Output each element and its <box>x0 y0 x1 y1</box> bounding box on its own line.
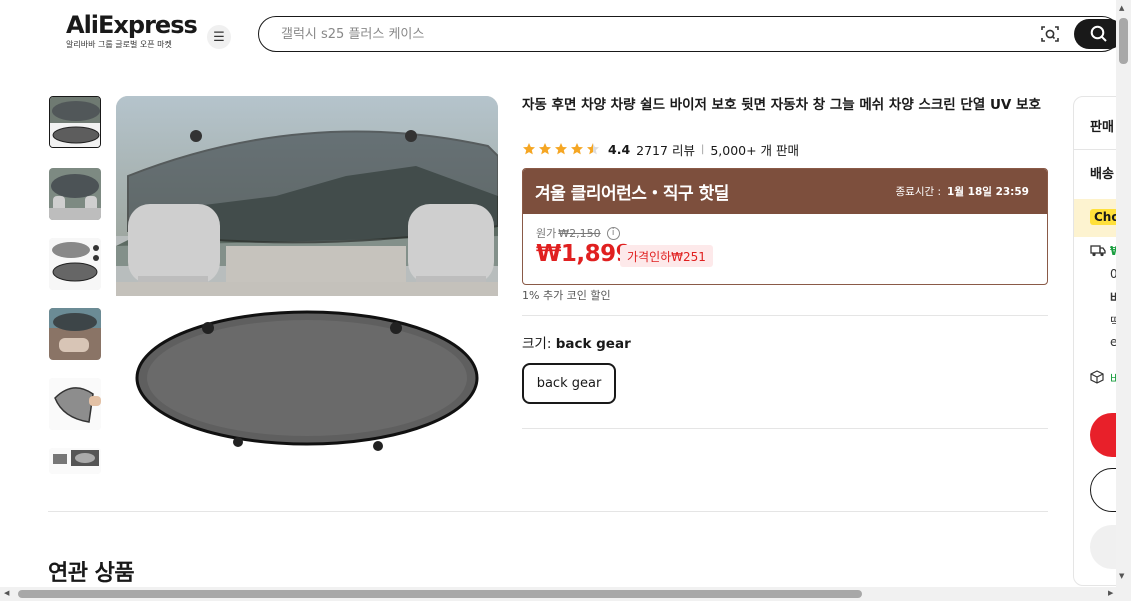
vertical-scroll-thumb[interactable] <box>1119 18 1128 64</box>
image-search-icon[interactable] <box>1040 24 1060 44</box>
rating-stars[interactable] <box>522 142 600 156</box>
size-selected-value: back gear <box>555 336 631 352</box>
size-option-button[interactable]: back gear <box>522 363 616 404</box>
discount-badge: 가격인하₩251 <box>620 245 713 267</box>
shipping-heading: 배송 <box>1090 167 1114 182</box>
logo-text: AliExpress <box>66 11 198 39</box>
original-price-label: 원가 <box>536 227 557 240</box>
scroll-left-arrow-icon[interactable]: ◀ <box>4 589 9 597</box>
horizontal-scrollbar[interactable]: ◀ ▶ <box>0 587 1131 601</box>
product-title: 자동 후면 차양 차량 쉴드 바이저 보호 뒷면 자동차 창 그늘 메쉬 차양 … <box>522 97 1041 113</box>
star-icon <box>523 143 535 155</box>
logo-subtitle: 알리바바 그룹 글로벌 오픈 마켓 <box>66 40 172 49</box>
thumbnail-3[interactable] <box>49 238 101 290</box>
sold-count: 5,000+ 개 판매 <box>710 142 800 158</box>
deal-end-label: 종료시간 : <box>895 186 942 198</box>
size-label: 크기: back gear <box>522 332 631 352</box>
thumbnail-5[interactable] <box>49 378 101 430</box>
scroll-down-arrow-icon[interactable]: ▼ <box>1119 572 1124 580</box>
vertical-scrollbar[interactable]: ▲ ▼ <box>1116 0 1131 587</box>
star-icon <box>539 143 551 155</box>
original-price: ₩2,150 <box>558 226 601 240</box>
review-count-link[interactable]: 2717 리뷰 <box>636 140 695 159</box>
deal-end-time: 종료시간 : 1월 18일 23:59 <box>896 184 1030 199</box>
menu-button[interactable]: ☰ <box>207 25 231 49</box>
package-icon <box>1090 370 1104 384</box>
main-product-image[interactable] <box>116 96 498 468</box>
thumbnail-6[interactable] <box>49 448 101 474</box>
product-page: AliExpress 알리바바 그룹 글로벌 오픈 마켓 ☰ 갤럭시 s25 플… <box>0 0 1131 601</box>
star-icon <box>555 143 567 155</box>
deal-box: 겨울 클리어런스・직구 핫딜 종료시간 : 1월 18일 23:59 원가 ₩2,… <box>522 168 1048 285</box>
search-icon <box>1090 25 1107 42</box>
divider <box>522 428 1048 429</box>
size-label-text: 크기: <box>522 336 552 352</box>
rating-value: 4.4 <box>608 141 631 157</box>
scroll-up-arrow-icon[interactable]: ▲ <box>1119 4 1124 12</box>
hamburger-icon: ☰ <box>213 29 225 45</box>
seller-tab[interactable]: 판매 <box>1090 116 1114 135</box>
coin-discount-text: 1% 추가 코인 할인 <box>522 289 611 302</box>
thumbnail-4[interactable] <box>49 308 101 360</box>
thumbnail-2[interactable] <box>49 168 101 220</box>
divider <box>522 315 1048 316</box>
sale-price: ₩1,899 <box>536 241 632 267</box>
deal-header: 겨울 클리어런스・직구 핫딜 종료시간 : 1월 18일 23:59 <box>523 169 1047 214</box>
deal-end-value: 1월 18일 23:59 <box>947 186 1029 198</box>
horizontal-scroll-thumb[interactable] <box>18 590 862 598</box>
thumbnail-1[interactable] <box>49 96 101 148</box>
star-icon <box>571 143 583 155</box>
deal-name: 겨울 클리어런스・직구 핫딜 <box>535 184 729 204</box>
info-icon[interactable]: i <box>606 226 620 240</box>
original-price-row: 원가 ₩2,150 i <box>536 225 620 241</box>
aliexpress-logo[interactable]: AliExpress 알리바바 그룹 글로벌 오픈 마켓 <box>66 11 198 50</box>
search-bar <box>258 16 1124 52</box>
star-icon <box>587 143 599 155</box>
scroll-right-arrow-icon[interactable]: ▶ <box>1108 589 1113 597</box>
section-divider <box>48 511 1048 512</box>
rating-row: 4.4 2717 리뷰 | 5,000+ 개 판매 <box>522 140 799 158</box>
separator: | <box>700 143 705 155</box>
related-products-heading: 연관 상품 <box>48 561 135 586</box>
truck-icon <box>1090 245 1106 257</box>
search-input[interactable] <box>281 23 1021 45</box>
